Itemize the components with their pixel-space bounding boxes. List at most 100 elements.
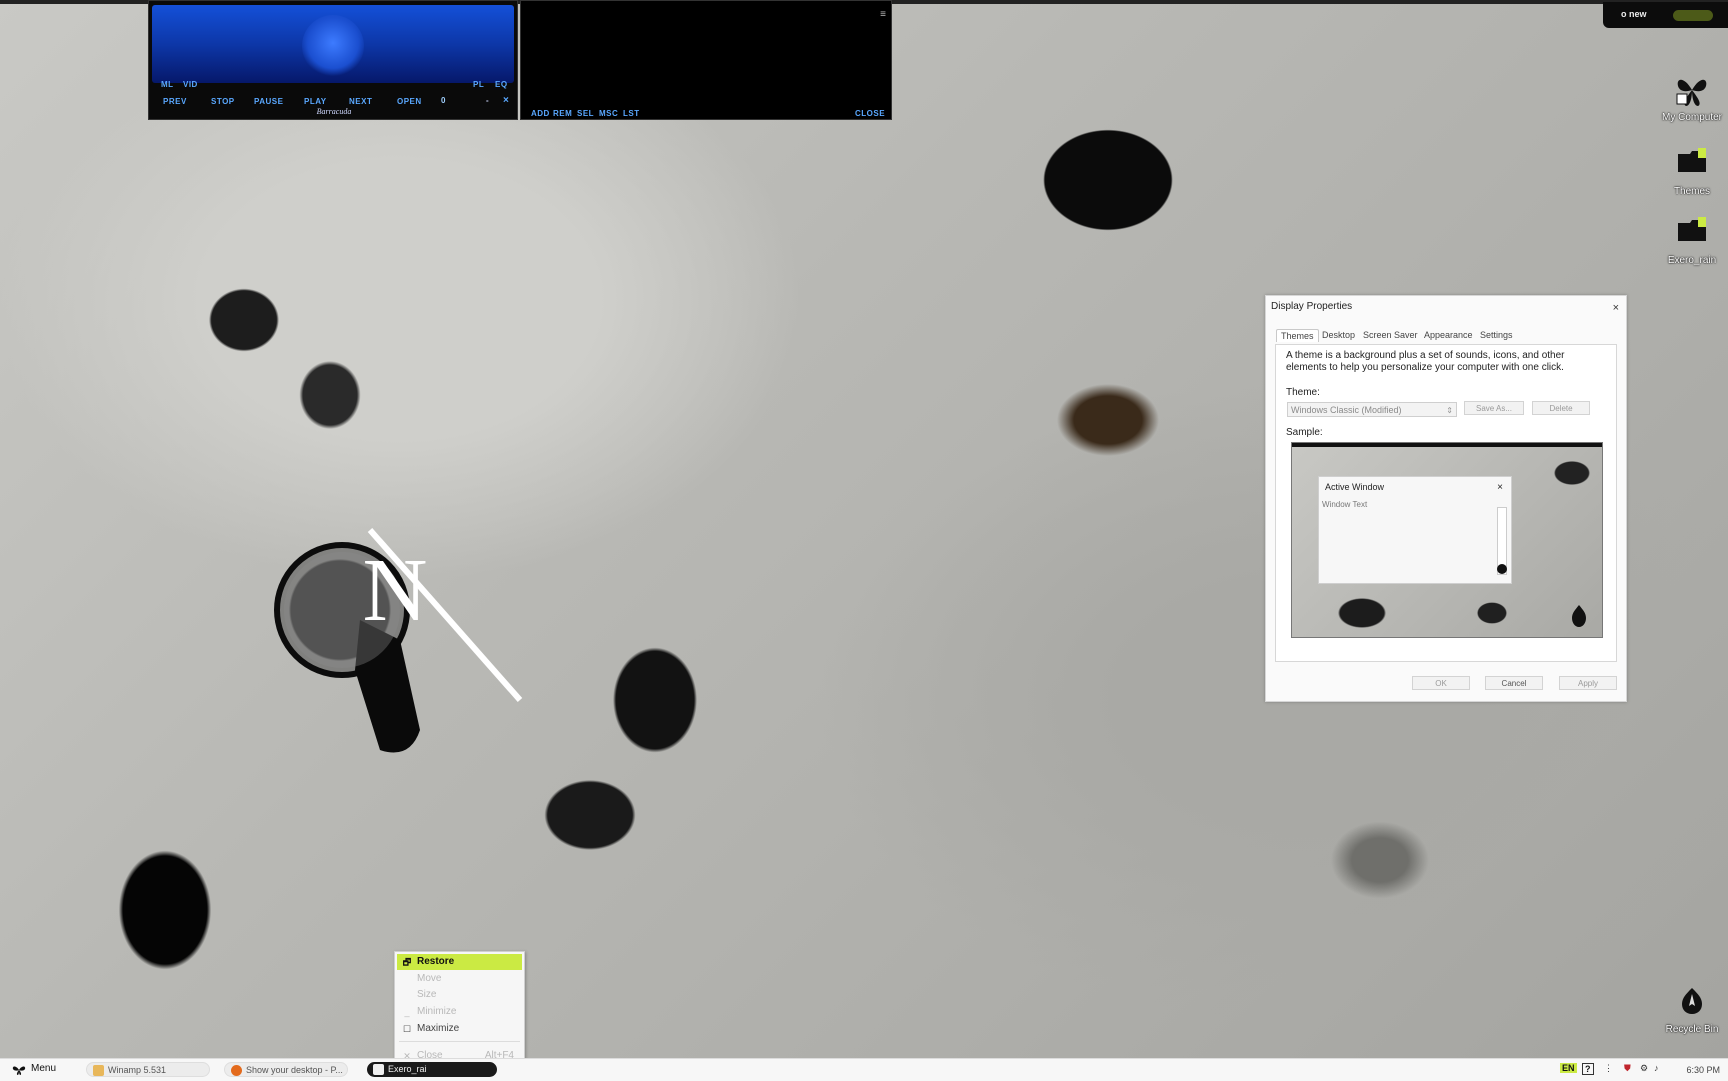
- window-context-menu[interactable]: 🗗 Restore Move Size _ Minimize ☐ Maximiz…: [394, 951, 525, 1069]
- apply-button[interactable]: Apply: [1559, 676, 1617, 690]
- menu-item-restore[interactable]: 🗗 Restore: [397, 954, 522, 970]
- volume-icon[interactable]: ♪: [1654, 1063, 1659, 1073]
- winamp-open-button[interactable]: OPEN: [397, 97, 422, 106]
- language-indicator[interactable]: EN: [1560, 1063, 1577, 1073]
- recycle-bin-icon: [1572, 605, 1586, 627]
- taskbar-item-label: Winamp 5.531: [108, 1065, 167, 1075]
- desktop-icon-themes[interactable]: Themes: [1657, 146, 1727, 197]
- taskbar-item-label: Exero_rai: [388, 1064, 427, 1074]
- restore-icon: 🗗: [402, 957, 412, 967]
- chevron-updown-icon: ⇕: [1446, 406, 1453, 415]
- winamp-eq-button[interactable]: EQ: [495, 80, 508, 89]
- playlist-lst-button[interactable]: LST: [623, 109, 640, 118]
- sample-top-bar: [1292, 443, 1602, 447]
- winamp-play-button[interactable]: PLAY: [304, 97, 327, 106]
- themes-tab-panel: A theme is a background plus a set of so…: [1275, 344, 1617, 662]
- menu-item-label: Maximize: [417, 1023, 460, 1034]
- desktop-icon-exero-rain[interactable]: Exero_rain: [1657, 215, 1727, 266]
- close-icon: ×: [1497, 482, 1503, 493]
- firefox-icon: [231, 1065, 242, 1076]
- minimize-icon: _: [404, 1007, 410, 1017]
- theme-select-value: Windows Classic (Modified): [1291, 405, 1402, 415]
- display-properties-window[interactable]: Display Properties × Themes Desktop Scre…: [1265, 295, 1627, 702]
- menu-item-label: Move: [417, 973, 442, 984]
- window-title: Display Properties: [1271, 301, 1353, 312]
- help-icon[interactable]: ?: [1582, 1063, 1594, 1075]
- taskbar-item-firefox[interactable]: Show your desktop - P...: [224, 1062, 348, 1077]
- menu-item-size[interactable]: Size: [397, 987, 522, 1003]
- tab-screen-saver[interactable]: Screen Saver: [1363, 330, 1418, 340]
- winamp-next-button[interactable]: NEXT: [349, 97, 372, 106]
- playlist-add-button[interactable]: ADD: [531, 109, 550, 118]
- menu-item-label: Minimize: [417, 1006, 457, 1017]
- winamp-skin-title: Barracuda: [316, 107, 352, 116]
- desktop-icon-recycle-bin[interactable]: Recycle Bin: [1657, 984, 1727, 1035]
- winamp-close-button[interactable]: ×: [503, 95, 509, 106]
- playlist-msc-button[interactable]: MSC: [599, 109, 618, 118]
- recycle-bin-icon: [1674, 984, 1710, 1020]
- scroll-down-icon: [1497, 564, 1507, 574]
- top-tray-widget[interactable]: o new: [1603, 2, 1728, 28]
- theme-description: A theme is a background plus a set of so…: [1286, 350, 1565, 373]
- winamp-prev-button[interactable]: PREV: [163, 97, 187, 106]
- top-tray-brand: o new: [1621, 9, 1647, 19]
- playlist-sel-button[interactable]: SEL: [577, 109, 594, 118]
- maximize-icon: ☐: [402, 1024, 412, 1034]
- settings-icon[interactable]: ⚙: [1640, 1063, 1648, 1074]
- desktop-icon-label: Recycle Bin: [1665, 1024, 1719, 1035]
- close-icon[interactable]: ×: [1613, 302, 1619, 314]
- butterfly-icon: [12, 1066, 26, 1075]
- winamp-playlist-window[interactable]: ≡ ADD REM SEL MSC LST CLOSE: [520, 0, 892, 120]
- tab-themes[interactable]: Themes: [1276, 329, 1319, 342]
- taskbar-item-label: Show your desktop - P...: [246, 1065, 343, 1075]
- winamp-pl-button[interactable]: PL: [473, 80, 484, 89]
- sample-active-window: Active Window × Window Text: [1318, 476, 1512, 584]
- desktop[interactable]: N ML VID PL EQ PREV STOP PAUSE PLAY NEXT…: [0, 0, 1728, 1080]
- delete-button[interactable]: Delete: [1532, 401, 1590, 415]
- shield-icon[interactable]: ⛊: [1624, 1063, 1631, 1074]
- theme-select[interactable]: Windows Classic (Modified) ⇕: [1287, 402, 1457, 417]
- desktop-icon-label: Themes: [1673, 186, 1711, 197]
- folder-icon: [373, 1064, 384, 1075]
- theme-sample-preview: Active Window × Window Text: [1291, 442, 1603, 638]
- winamp-icon: [93, 1065, 104, 1076]
- winamp-counter: 0: [441, 96, 446, 105]
- theme-label: Theme:: [1286, 387, 1320, 398]
- tab-appearance[interactable]: Appearance: [1424, 330, 1473, 340]
- save-as-button[interactable]: Save As...: [1464, 401, 1524, 415]
- top-tray-pill-icon[interactable]: [1673, 10, 1713, 21]
- start-label: Menu: [31, 1063, 57, 1074]
- menu-item-label: Size: [417, 989, 437, 1000]
- butterfly-icon: [1674, 72, 1710, 108]
- sample-label: Sample:: [1286, 427, 1323, 438]
- desktop-icon-my-computer[interactable]: My Computer: [1657, 72, 1727, 123]
- clock: 6:30 PM: [1686, 1065, 1720, 1075]
- winamp-pause-button[interactable]: PAUSE: [254, 97, 283, 106]
- network-icon[interactable]: ⋮: [1604, 1063, 1613, 1074]
- menu-item-move[interactable]: Move: [397, 971, 522, 987]
- winamp-visualizer-display: [152, 5, 514, 83]
- winamp-ml-button[interactable]: ML: [161, 80, 174, 89]
- playlist-rem-button[interactable]: REM: [553, 109, 572, 118]
- taskbar: Menu Winamp 5.531 Show your desktop - P.…: [0, 1058, 1728, 1081]
- taskbar-item-winamp[interactable]: Winamp 5.531: [86, 1062, 210, 1077]
- menu-item-minimize[interactable]: _ Minimize: [397, 1004, 522, 1020]
- playlist-close-button[interactable]: CLOSE: [855, 109, 885, 118]
- cancel-button[interactable]: Cancel: [1485, 676, 1543, 690]
- sample-window-text: Window Text: [1322, 500, 1368, 509]
- winamp-vid-button[interactable]: VID: [183, 80, 198, 89]
- ok-button[interactable]: OK: [1412, 676, 1470, 690]
- desktop-icon-label: Exero_rain: [1667, 255, 1717, 266]
- magnifier-logo-icon: N: [274, 528, 523, 753]
- sample-window-title: Active Window: [1325, 482, 1385, 492]
- tab-desktop[interactable]: Desktop: [1322, 330, 1355, 340]
- winamp-orb-icon: [302, 15, 364, 77]
- winamp-minimize-button[interactable]: -: [486, 96, 489, 105]
- playlist-menu-icon[interactable]: ≡: [880, 9, 886, 20]
- winamp-player-window[interactable]: ML VID PL EQ PREV STOP PAUSE PLAY NEXT O…: [148, 0, 518, 120]
- menu-item-maximize[interactable]: ☐ Maximize: [397, 1021, 522, 1037]
- tab-settings[interactable]: Settings: [1480, 330, 1513, 340]
- winamp-stop-button[interactable]: STOP: [211, 97, 235, 106]
- taskbar-item-exero-rain[interactable]: Exero_rai: [367, 1062, 497, 1077]
- system-tray: EN ? ⋮ ⛊ ⚙ ♪ 6:30 PM: [1528, 1061, 1728, 1079]
